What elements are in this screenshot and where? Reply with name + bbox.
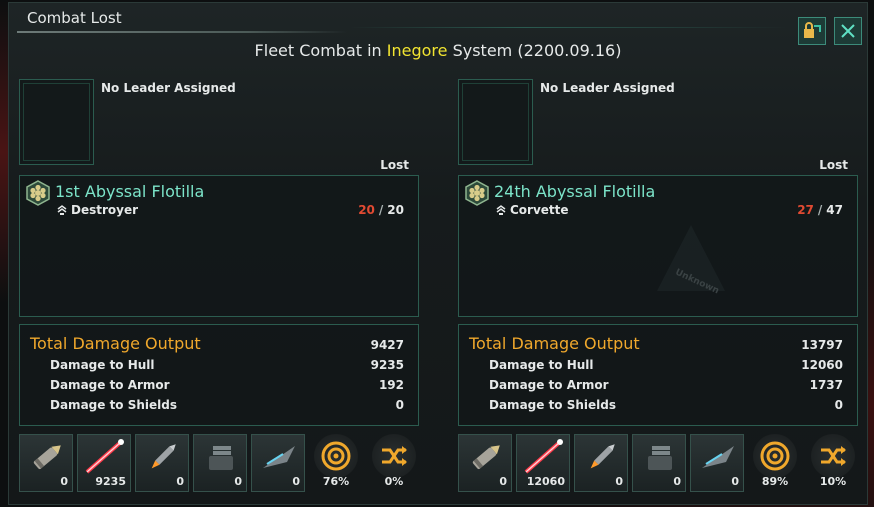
missile-icon <box>151 444 176 469</box>
damage-armor-label: Damage to Armor <box>489 378 609 392</box>
damage-hull-label: Damage to Hull <box>50 358 155 372</box>
weapon-slot-point-defense[interactable]: 0 <box>193 434 247 492</box>
total-damage-label: Total Damage Output <box>30 334 201 353</box>
damage-hull-value: 9235 <box>370 358 404 372</box>
rank-chevron-icon <box>496 205 506 215</box>
weapon-slot-laser[interactable]: 9235 <box>77 434 131 492</box>
evasion-icon <box>382 446 407 466</box>
weapon-slot-missile[interactable]: 0 <box>135 434 189 492</box>
total-damage-value: 9427 <box>370 338 404 352</box>
strike-craft-icon <box>263 446 295 468</box>
weapon-slot-strike-craft[interactable]: 0 <box>690 434 744 492</box>
damage-panel: Total Damage Output 13797 Damage to Hull… <box>458 324 858 426</box>
leader-portrait[interactable] <box>458 79 533 165</box>
weapon-value: 12060 <box>526 475 565 488</box>
leader-label: No Leader Assigned <box>101 81 236 95</box>
lost-header: Lost <box>380 158 409 172</box>
ship-loss-count: 20/20 <box>358 203 404 217</box>
side-right: No Leader Assigned Lost 24th Abyssal Flo… <box>458 3 860 506</box>
ship-class-row: Destroyer <box>56 203 138 217</box>
total-damage-value: 13797 <box>801 338 843 352</box>
stat-value: 76% <box>322 475 350 488</box>
combat-report-window: Combat Lost Fleet Combat in Inegore Syst… <box>8 2 868 505</box>
hit-chance-stat[interactable]: 76% <box>309 434 363 492</box>
damage-armor-label: Damage to Armor <box>50 378 170 392</box>
fleet-panel: 24th Abyssal Flotilla Corvette 27/47 Unk… <box>458 175 858 317</box>
ships-lost: 20 <box>358 203 375 217</box>
leader-portrait[interactable] <box>19 79 94 165</box>
ship-class: Destroyer <box>71 203 139 217</box>
weapon-value: 0 <box>731 475 739 488</box>
target-icon <box>760 441 790 471</box>
point-defense-turret-icon <box>209 446 233 470</box>
evasion-icon <box>821 446 846 466</box>
hit-chance-stat[interactable]: 89% <box>748 434 802 492</box>
evasion-stat[interactable]: 0% <box>367 434 421 492</box>
target-icon <box>321 441 351 471</box>
fleet-name[interactable]: 24th Abyssal Flotilla <box>494 182 655 201</box>
ships-lost: 27 <box>797 203 814 217</box>
weapon-breakdown: 0 9235 0 0 0 76% 0% <box>19 434 421 492</box>
damage-shields-label: Damage to Shields <box>50 398 178 412</box>
unknown-ship-watermark: Unknown <box>657 225 725 296</box>
side-left: No Leader Assigned Lost 1st Abyssal Flot… <box>19 3 421 506</box>
weapon-value: 0 <box>499 475 507 488</box>
evasion-stat[interactable]: 10% <box>806 434 860 492</box>
damage-hull-label: Damage to Hull <box>489 358 594 372</box>
weapon-value: 0 <box>292 475 300 488</box>
damage-armor-value: 1737 <box>809 378 843 392</box>
weapon-slot-kinetic[interactable]: 0 <box>19 434 73 492</box>
weapon-slot-missile[interactable]: 0 <box>574 434 628 492</box>
lost-header: Lost <box>819 158 848 172</box>
damage-shields-value: 0 <box>395 398 404 412</box>
fleet-emblem-icon[interactable] <box>25 180 51 206</box>
stat-value: 10% <box>819 475 847 488</box>
kinetic-shell-icon <box>472 445 500 470</box>
weapon-value: 0 <box>615 475 623 488</box>
ship-class: Corvette <box>510 203 569 217</box>
weapon-value: 0 <box>60 475 68 488</box>
strike-craft-icon <box>702 446 734 468</box>
rank-chevron-icon <box>57 205 67 215</box>
stat-value: 89% <box>761 475 789 488</box>
ship-loss-count: 27/47 <box>797 203 843 217</box>
weapon-value: 0 <box>234 475 242 488</box>
weapon-slot-laser[interactable]: 12060 <box>516 434 570 492</box>
weapon-slot-kinetic[interactable]: 0 <box>458 434 512 492</box>
weapon-value: 9235 <box>95 475 126 488</box>
weapon-slot-point-defense[interactable]: 0 <box>632 434 686 492</box>
stat-value: 0% <box>384 475 404 488</box>
red-laser-icon <box>85 439 124 474</box>
fleet-panel: 1st Abyssal Flotilla Destroyer 20/20 <box>19 175 419 317</box>
ship-class-row: Corvette <box>495 203 569 217</box>
weapon-breakdown: 0 12060 0 0 0 89% 10% <box>458 434 860 492</box>
ships-total: 20 <box>387 203 404 217</box>
weapon-value: 0 <box>176 475 184 488</box>
leader-label: No Leader Assigned <box>540 81 675 95</box>
damage-armor-value: 192 <box>378 378 404 392</box>
red-laser-icon <box>524 439 563 474</box>
damage-shields-label: Damage to Shields <box>489 398 617 412</box>
weapon-value: 0 <box>673 475 681 488</box>
damage-hull-value: 12060 <box>801 358 843 372</box>
damage-panel: Total Damage Output 9427 Damage to Hull … <box>19 324 419 426</box>
weapon-slot-strike-craft[interactable]: 0 <box>251 434 305 492</box>
point-defense-turret-icon <box>648 446 672 470</box>
fleet-emblem-icon[interactable] <box>464 180 490 206</box>
missile-icon <box>590 444 615 469</box>
total-damage-label: Total Damage Output <box>469 334 640 353</box>
damage-shields-value: 0 <box>834 398 843 412</box>
ships-total: 47 <box>826 203 843 217</box>
fleet-name[interactable]: 1st Abyssal Flotilla <box>55 182 204 201</box>
kinetic-shell-icon <box>33 445 61 470</box>
